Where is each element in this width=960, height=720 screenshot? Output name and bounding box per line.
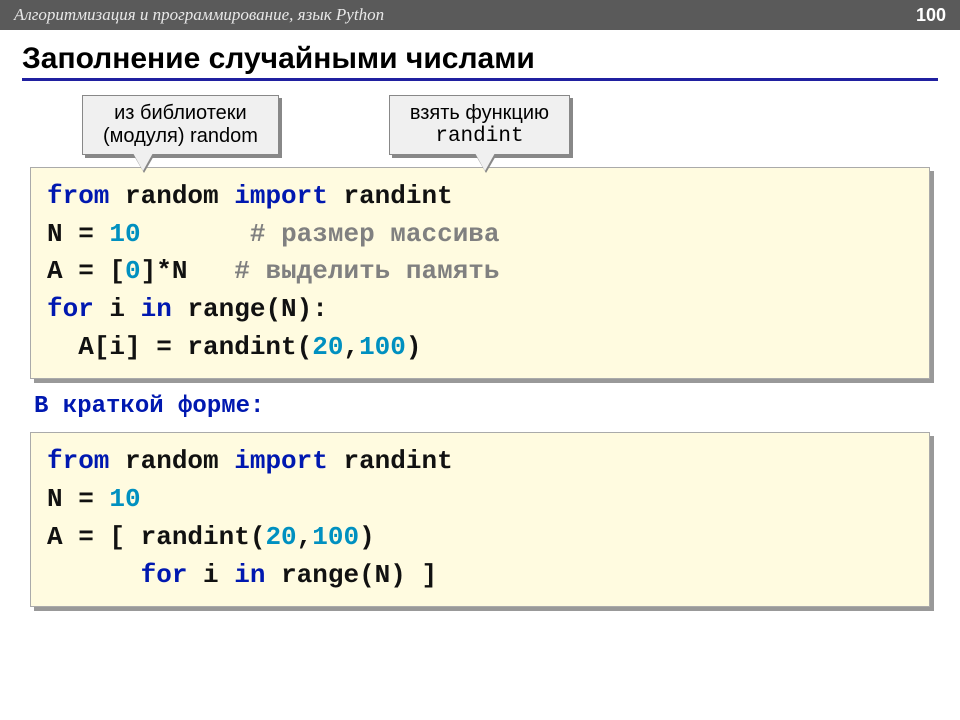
- code-number: 10: [109, 484, 140, 514]
- code-text: ]*N: [141, 256, 235, 286]
- callout-text: (модуля) random: [103, 125, 258, 148]
- code-number: 0: [125, 256, 141, 286]
- code-keyword: import: [234, 446, 328, 476]
- header-bar: Алгоритмизация и программирование, язык …: [0, 0, 960, 30]
- header-page-number: 100: [916, 5, 946, 26]
- code-text: N =: [47, 484, 109, 514]
- subtitle-short-form: В краткой форме:: [34, 393, 938, 420]
- code-number: 20: [312, 332, 343, 362]
- code-number: 100: [359, 332, 406, 362]
- code-comment: # размер массива: [250, 219, 500, 249]
- code-text: i: [94, 294, 141, 324]
- code-text: ): [406, 332, 422, 362]
- code-keyword: for: [141, 560, 188, 590]
- code-text: ,: [343, 332, 359, 362]
- code-keyword: from: [47, 181, 109, 211]
- callout-function: взять функцию randint: [389, 95, 570, 155]
- code-text: A[i] = randint(: [47, 332, 312, 362]
- code-block-full: from random import randint N = 10 # разм…: [30, 167, 930, 379]
- callout-module: из библиотеки (модуля) random: [82, 95, 279, 155]
- callout-text: взять функцию: [410, 102, 549, 125]
- code-keyword: from: [47, 446, 109, 476]
- code-text: random: [109, 446, 234, 476]
- code-text: ,: [297, 522, 313, 552]
- code-comment: # выделить память: [234, 256, 499, 286]
- code-keyword: for: [47, 294, 94, 324]
- code-text: [141, 219, 250, 249]
- code-block-short: from random import randint N = 10 A = [ …: [30, 432, 930, 607]
- code-number: 100: [312, 522, 359, 552]
- code-text: i: [187, 560, 234, 590]
- callout-text: из библиотеки: [103, 102, 258, 125]
- code-keyword: in: [141, 294, 172, 324]
- code-text: randint: [328, 446, 453, 476]
- callouts-row: из библиотеки (модуля) random взять функ…: [22, 95, 938, 155]
- header-title: Алгоритмизация и программирование, язык …: [14, 5, 384, 25]
- code-text: A = [: [47, 256, 125, 286]
- code-number: 10: [109, 219, 140, 249]
- code-text: range(N) ]: [265, 560, 437, 590]
- callout-text: randint: [410, 125, 549, 148]
- code-number: 20: [265, 522, 296, 552]
- code-text: random: [109, 181, 234, 211]
- code-text: [47, 560, 141, 590]
- content-area: Заполнение случайными числами из библиот…: [0, 30, 960, 607]
- code-text: ): [359, 522, 390, 552]
- code-keyword: import: [234, 181, 328, 211]
- page-title: Заполнение случайными числами: [22, 42, 938, 81]
- code-text: A = [ randint(: [47, 522, 265, 552]
- code-text: randint: [328, 181, 453, 211]
- code-keyword: in: [234, 560, 265, 590]
- code-text: N =: [47, 219, 109, 249]
- code-text: range(N):: [172, 294, 328, 324]
